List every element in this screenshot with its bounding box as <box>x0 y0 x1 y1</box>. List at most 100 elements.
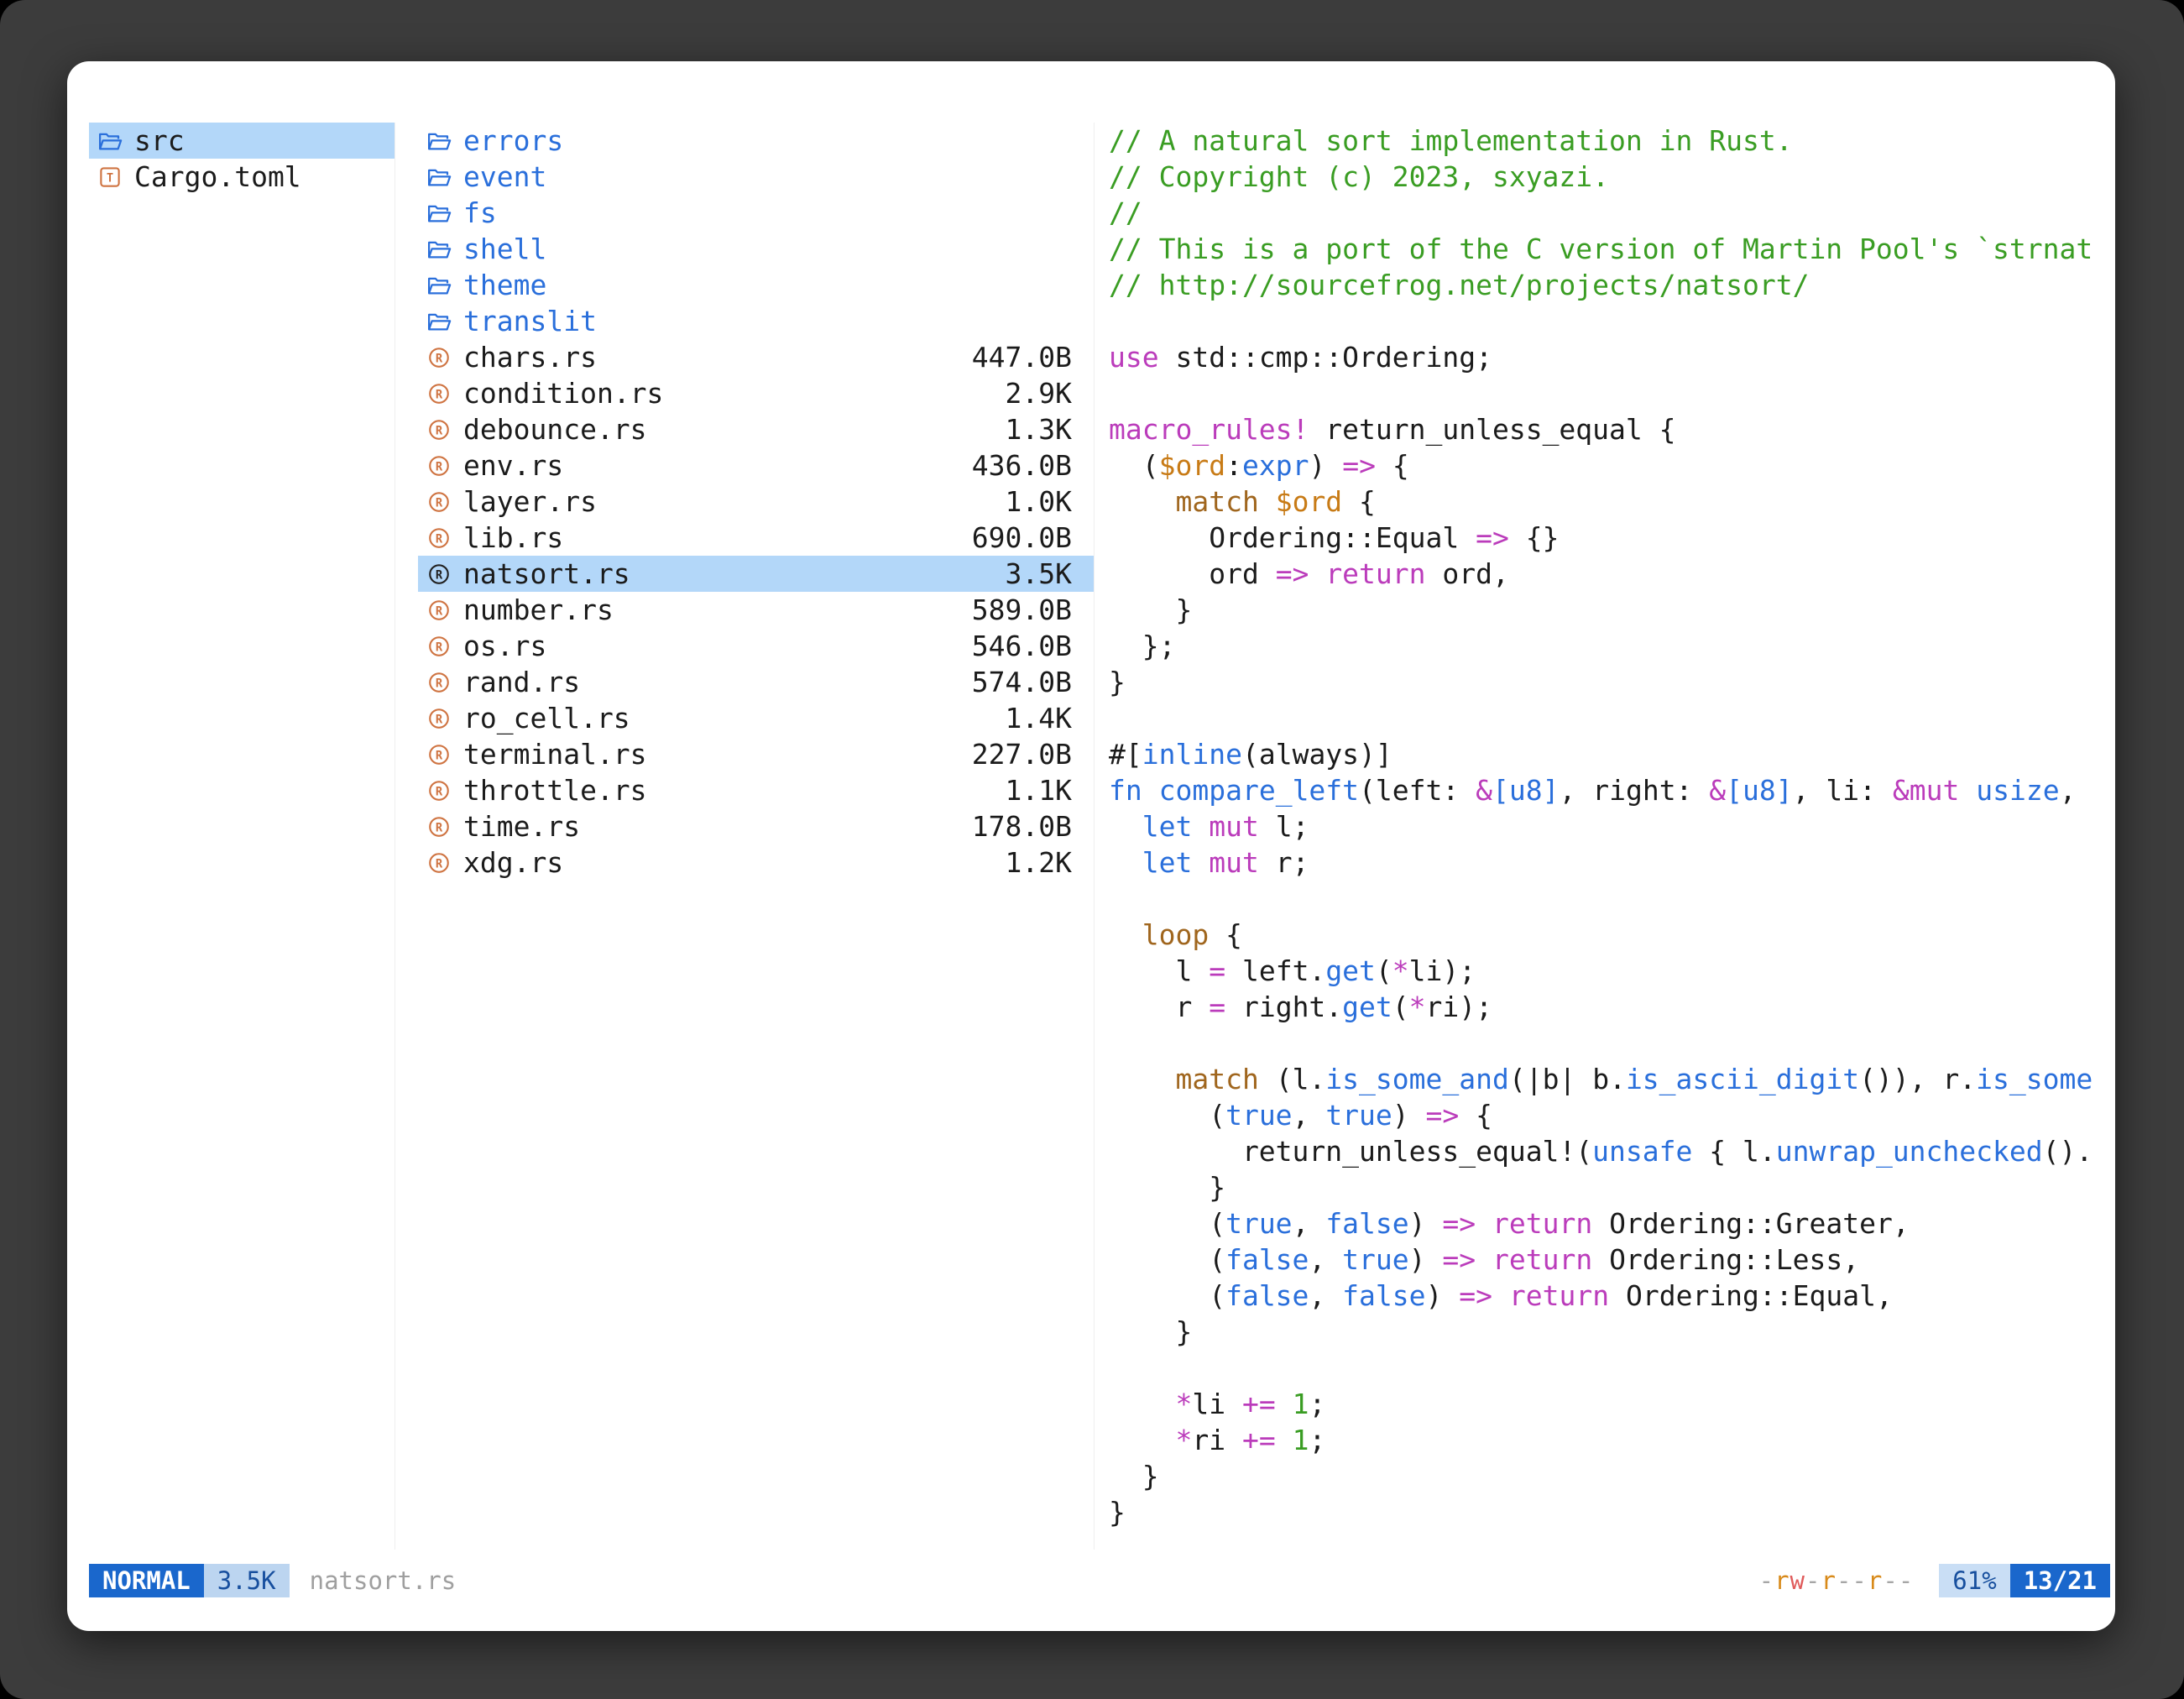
file-name: Cargo.toml <box>134 160 373 193</box>
file-name: layer.rs <box>463 485 1006 518</box>
code-line: *li += 1; <box>1109 1386 2107 1422</box>
rust-file-icon: R <box>426 814 463 839</box>
file-name: ro_cell.rs <box>463 702 1006 734</box>
file-preview-pane: // A natural sort implementation in Rust… <box>1109 123 2107 1550</box>
file-item-layer.rs[interactable]: R layer.rs 1.0K <box>418 484 1094 520</box>
rust-file-icon: R <box>426 742 463 767</box>
file-name: terminal.rs <box>463 738 972 771</box>
file-name: debounce.rs <box>463 413 1006 446</box>
parent-directory-pane: src T Cargo.toml <box>89 123 395 1550</box>
file-item-env.rs[interactable]: R env.rs 436.0B <box>418 447 1094 484</box>
file-name: xdg.rs <box>463 846 1006 879</box>
dir-item-event[interactable]: event <box>418 159 1094 195</box>
svg-text:R: R <box>436 352 443 365</box>
status-bar: NORMAL 3.5K natsort.rs -rw-r--r-- 61% 13… <box>89 1564 2110 1597</box>
svg-text:R: R <box>436 460 443 473</box>
rust-file-icon: R <box>426 562 463 587</box>
file-size: 690.0B <box>972 521 1072 554</box>
file-size: 3.5K <box>1006 557 1072 590</box>
file-item-throttle.rs[interactable]: R throttle.rs 1.1K <box>418 772 1094 808</box>
code-line: loop { <box>1109 917 2107 953</box>
file-item-xdg.rs[interactable]: R xdg.rs 1.2K <box>418 844 1094 881</box>
rust-file-icon: R <box>426 381 463 406</box>
cursor-position-badge: 13/21 <box>2010 1564 2110 1597</box>
folder-icon <box>97 128 134 154</box>
code-line: macro_rules! return_unless_equal { <box>1109 411 2107 447</box>
file-item-debounce.rs[interactable]: R debounce.rs 1.3K <box>418 411 1094 447</box>
file-name: rand.rs <box>463 666 972 698</box>
status-filename: natsort.rs <box>310 1564 457 1597</box>
dir-item-errors[interactable]: errors <box>418 123 1094 159</box>
code-line: // http://sourcefrog.net/projects/natsor… <box>1109 267 2107 303</box>
file-item-time.rs[interactable]: R time.rs 178.0B <box>418 808 1094 844</box>
file-item-ro_cell.rs[interactable]: R ro_cell.rs 1.4K <box>418 700 1094 736</box>
dir-item-shell[interactable]: shell <box>418 231 1094 267</box>
rust-file-icon: R <box>426 778 463 803</box>
code-line: }; <box>1109 628 2107 664</box>
code-line: // <box>1109 195 2107 231</box>
code-line: use std::cmp::Ordering; <box>1109 339 2107 375</box>
code-line <box>1109 375 2107 411</box>
file-name: shell <box>463 233 1072 265</box>
file-size: 1.1K <box>1006 774 1072 807</box>
code-line <box>1109 700 2107 736</box>
file-name: event <box>463 160 1072 193</box>
file-size: 574.0B <box>972 666 1072 698</box>
dir-item-src[interactable]: src <box>89 123 394 159</box>
file-size: 1.2K <box>1006 846 1072 879</box>
folder-icon <box>426 165 463 190</box>
file-size: 2.9K <box>1006 377 1072 410</box>
code-line: } <box>1109 1314 2107 1350</box>
code-line: } <box>1109 592 2107 628</box>
code-line: ($ord:expr) => { <box>1109 447 2107 484</box>
code-line: l = left.get(*li); <box>1109 953 2107 989</box>
file-item-chars.rs[interactable]: R chars.rs 447.0B <box>418 339 1094 375</box>
file-name: throttle.rs <box>463 774 1006 807</box>
dir-item-theme[interactable]: theme <box>418 267 1094 303</box>
file-item-natsort.rs[interactable]: R natsort.rs 3.5K <box>418 556 1094 592</box>
svg-text:T: T <box>107 171 113 185</box>
file-item-lib.rs[interactable]: R lib.rs 690.0B <box>418 520 1094 556</box>
toml-file-icon: T <box>97 165 134 190</box>
file-item-condition.rs[interactable]: R condition.rs 2.9K <box>418 375 1094 411</box>
rust-file-icon: R <box>426 417 463 442</box>
svg-text:R: R <box>436 424 443 437</box>
file-name: translit <box>463 305 1072 337</box>
code-line: match (l.is_some_and(|b| b.is_ascii_digi… <box>1109 1061 2107 1097</box>
file-name: lib.rs <box>463 521 972 554</box>
file-size: 178.0B <box>972 810 1072 843</box>
file-size: 447.0B <box>972 341 1072 374</box>
svg-text:R: R <box>436 496 443 510</box>
file-item-os.rs[interactable]: R os.rs 546.0B <box>418 628 1094 664</box>
rust-file-icon: R <box>426 525 463 551</box>
mode-badge: NORMAL <box>89 1564 204 1597</box>
rust-file-icon: R <box>426 850 463 876</box>
rust-file-icon: R <box>426 345 463 370</box>
code-line: (false, false) => return Ordering::Equal… <box>1109 1278 2107 1314</box>
file-name: condition.rs <box>463 377 1006 410</box>
folder-icon <box>426 201 463 226</box>
code-line: return_unless_equal!(unsafe { l.unwrap_u… <box>1109 1133 2107 1169</box>
file-item-number.rs[interactable]: R number.rs 589.0B <box>418 592 1094 628</box>
code-line: match $ord { <box>1109 484 2107 520</box>
rust-file-icon: R <box>426 706 463 731</box>
file-size: 1.0K <box>1006 485 1072 518</box>
file-size: 546.0B <box>972 630 1072 662</box>
file-size: 1.3K <box>1006 413 1072 446</box>
svg-text:R: R <box>436 749 443 762</box>
file-size: 227.0B <box>972 738 1072 771</box>
file-permissions: -rw-r--r-- <box>1759 1564 1915 1597</box>
file-name: theme <box>463 269 1072 301</box>
code-line <box>1109 881 2107 917</box>
file-item-terminal.rs[interactable]: R terminal.rs 227.0B <box>418 736 1094 772</box>
code-line: #[inline(always)] <box>1109 736 2107 772</box>
code-line: } <box>1109 1494 2107 1530</box>
dir-item-translit[interactable]: translit <box>418 303 1094 339</box>
file-item-Cargo.toml[interactable]: T Cargo.toml <box>89 159 394 195</box>
dir-item-fs[interactable]: fs <box>418 195 1094 231</box>
rust-file-icon: R <box>426 453 463 478</box>
file-item-rand.rs[interactable]: R rand.rs 574.0B <box>418 664 1094 700</box>
svg-text:R: R <box>436 640 443 654</box>
svg-text:R: R <box>436 713 443 726</box>
code-line: (true, false) => return Ordering::Greate… <box>1109 1205 2107 1242</box>
